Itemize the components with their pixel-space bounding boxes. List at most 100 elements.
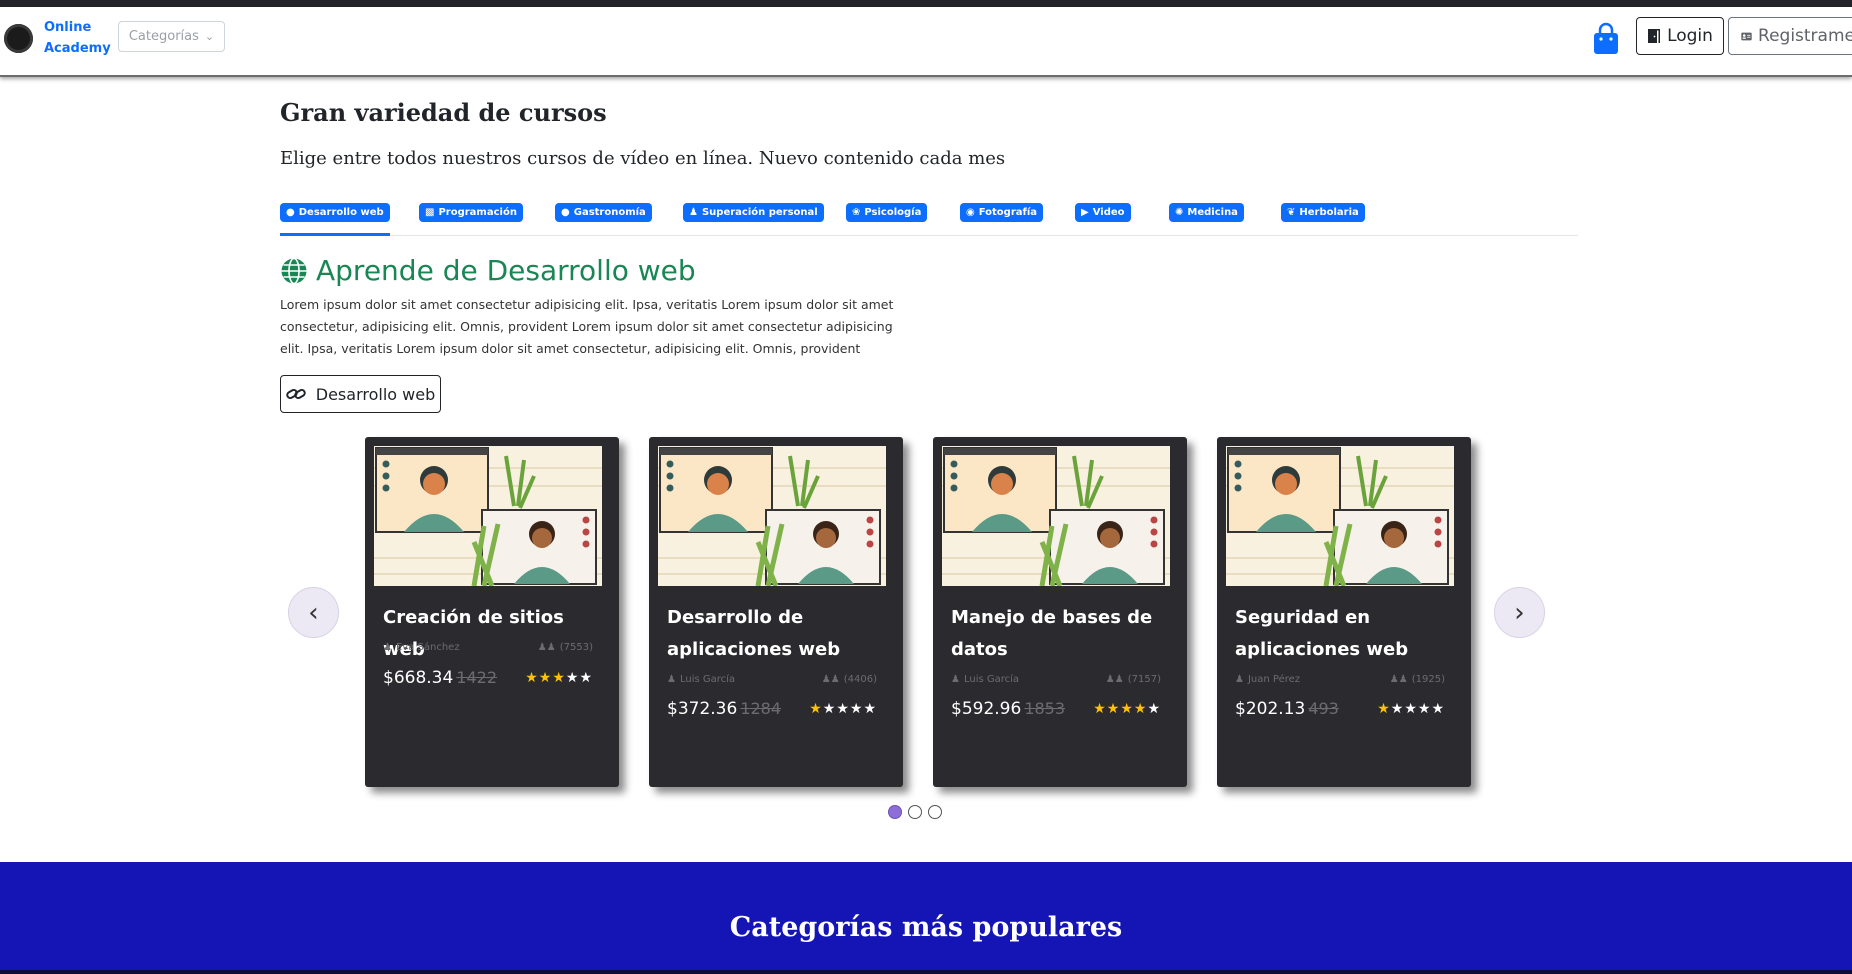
star-icon: ★	[849, 701, 864, 717]
students-count: (7157)	[1127, 674, 1161, 685]
course-price: $372.36	[667, 699, 738, 719]
login-label: Login	[1667, 26, 1713, 46]
course-title[interactable]: Desarrollo de aplicaciones web	[667, 602, 892, 666]
tab-label: Programación	[438, 207, 517, 218]
tab-gastronomia[interactable]: ● Gastronomía	[555, 203, 652, 236]
popular-categories-section: Categorías más populares	[0, 862, 1852, 974]
course-old-price: 1853	[1024, 699, 1066, 718]
register-label: Registrame	[1758, 26, 1852, 46]
brand[interactable]: Online Academy	[4, 17, 114, 59]
carousel-dot-1[interactable]	[888, 805, 902, 819]
tab-programacion[interactable]: ▩ Programación	[419, 203, 523, 236]
carousel-prev-button[interactable]: ‹	[288, 587, 339, 638]
register-button[interactable]: Registrame	[1728, 17, 1852, 55]
carousel-dot-2[interactable]	[908, 805, 922, 819]
star-icon: ★	[1404, 701, 1418, 717]
categories-label: Categorías	[128, 29, 199, 44]
categories-dropdown[interactable]: Categorías ⌄	[118, 21, 225, 52]
course-thumbnail[interactable]	[374, 446, 602, 586]
instructor-name: Luis García	[963, 674, 1020, 685]
tab-label: Superación personal	[701, 207, 818, 218]
course-meta: ♟ Luis García ♟♟ (7157)	[951, 674, 1161, 685]
students-icon: ♟♟	[1389, 674, 1408, 685]
chevron-down-icon: ⌄	[204, 30, 215, 43]
star-icon: ★	[863, 701, 877, 717]
course-title[interactable]: Manejo de bases de datos	[951, 602, 1176, 666]
star-icon: ★	[822, 701, 837, 717]
tab-label: Desarrollo web	[298, 207, 384, 218]
students-icon: ♟♟	[1105, 674, 1124, 685]
course-old-price: 1422	[456, 668, 498, 687]
tab-desarrollo-web[interactable]: ● Desarrollo web	[280, 203, 390, 236]
course-card[interactable]: Seguridad en aplicaciones web ♟ Juan Pérez…	[1217, 437, 1471, 787]
tab-label: Gastronomía	[573, 207, 646, 218]
students-icon: ♟♟	[537, 642, 556, 653]
globe-icon	[281, 257, 307, 284]
price-row: $668.34 1422 ★★★★★	[383, 668, 593, 688]
rating-stars: ★★★★★	[1377, 701, 1445, 717]
star-icon: ★	[1120, 701, 1134, 717]
tab-label: Video	[1092, 207, 1125, 218]
course-thumbnail[interactable]	[658, 446, 886, 586]
price-row: $202.13 493 ★★★★★	[1235, 699, 1445, 719]
video-icon: ▶	[1081, 207, 1089, 218]
tab-psicologia[interactable]: ❀ Psicología	[846, 203, 928, 236]
course-title[interactable]: Creación de sitios web	[383, 602, 608, 666]
course-thumbnail[interactable]	[942, 446, 1170, 586]
link-icon	[286, 389, 306, 399]
star-icon: ★	[836, 701, 850, 717]
course-meta: ♟ Luis García ♟♟ (4406)	[667, 674, 877, 685]
star-icon: ★	[552, 670, 566, 686]
tab-medicina[interactable]: ✺ Medicina	[1169, 203, 1244, 236]
tab-herbolaria[interactable]: ❦ Herbolaria	[1281, 203, 1365, 236]
id-card-icon	[1741, 32, 1752, 40]
instructor-icon: ♟	[951, 674, 960, 685]
star-icon: ★	[1093, 701, 1107, 717]
instructor-icon: ♟	[1235, 674, 1244, 685]
tab-fotografia[interactable]: ◉ Fotografía	[960, 203, 1044, 236]
course-title[interactable]: Seguridad en aplicaciones web	[1235, 602, 1460, 666]
top-strip	[0, 0, 1852, 7]
login-button[interactable]: Login	[1636, 17, 1724, 55]
star-icon: ★	[1377, 701, 1391, 717]
star-icon: ★	[565, 670, 580, 686]
course-old-price: 1284	[740, 699, 782, 718]
rating-stars: ★★★★★	[809, 701, 877, 717]
category-link-button[interactable]: Desarrollo web	[280, 375, 441, 413]
instructor-name: Luis García	[679, 674, 736, 685]
rating-stars: ★★★★★	[525, 670, 593, 686]
course-card[interactable]: Desarrollo de aplicaciones web ♟ Luis Garc…	[649, 437, 903, 787]
course-old-price: 493	[1308, 699, 1339, 718]
learn-heading: Aprende de Desarrollo web	[280, 254, 696, 287]
star-icon: ★	[538, 670, 553, 686]
course-card[interactable]: Creación de sitios web ♟ Eva Sánchez ♟♟ (755…	[365, 437, 619, 787]
popular-title: Categorías más populares	[729, 912, 1123, 943]
carousel-dot-3[interactable]	[928, 805, 942, 819]
section-subtitle: Elige entre todos nuestros cursos de víd…	[280, 148, 1006, 169]
bottom-strip	[0, 970, 1852, 974]
star-icon: ★	[579, 670, 593, 686]
brand-logo	[4, 23, 33, 53]
carousel-next-button[interactable]: ›	[1494, 587, 1545, 638]
course-price: $668.34	[383, 668, 454, 688]
tab-label: Herbolaria	[1299, 207, 1359, 218]
course-price: $202.13	[1235, 699, 1306, 719]
category-tabs: ● Desarrollo web ▩ Programación ● Gastronom…	[280, 203, 1578, 236]
navbar: Online Academy Categorías ⌄ Login Regist…	[0, 7, 1852, 77]
monitor-icon: ▩	[425, 207, 435, 218]
brain-icon: ❀	[852, 207, 861, 218]
star-icon: ★	[1417, 701, 1432, 717]
brand-name: Online Academy	[44, 20, 111, 56]
learn-title: Aprende de Desarrollo web	[316, 254, 696, 287]
star-icon: ★	[809, 701, 823, 717]
tab-superacion-personal[interactable]: ♟ Superación personal	[683, 203, 824, 236]
food-icon: ●	[561, 207, 570, 218]
tab-label: Psicología	[864, 207, 922, 218]
tab-video[interactable]: ▶ Video	[1075, 203, 1131, 236]
star-icon: ★	[525, 670, 539, 686]
course-thumbnail[interactable]	[1226, 446, 1454, 586]
course-meta: ♟ Eva Sánchez ♟♟ (7553)	[383, 642, 593, 653]
course-card[interactable]: Manejo de bases de datos ♟ Luis García ♟♟ (7…	[933, 437, 1187, 787]
shopping-bag-icon[interactable]	[1592, 22, 1620, 56]
leaf-icon: ❦	[1287, 207, 1296, 218]
